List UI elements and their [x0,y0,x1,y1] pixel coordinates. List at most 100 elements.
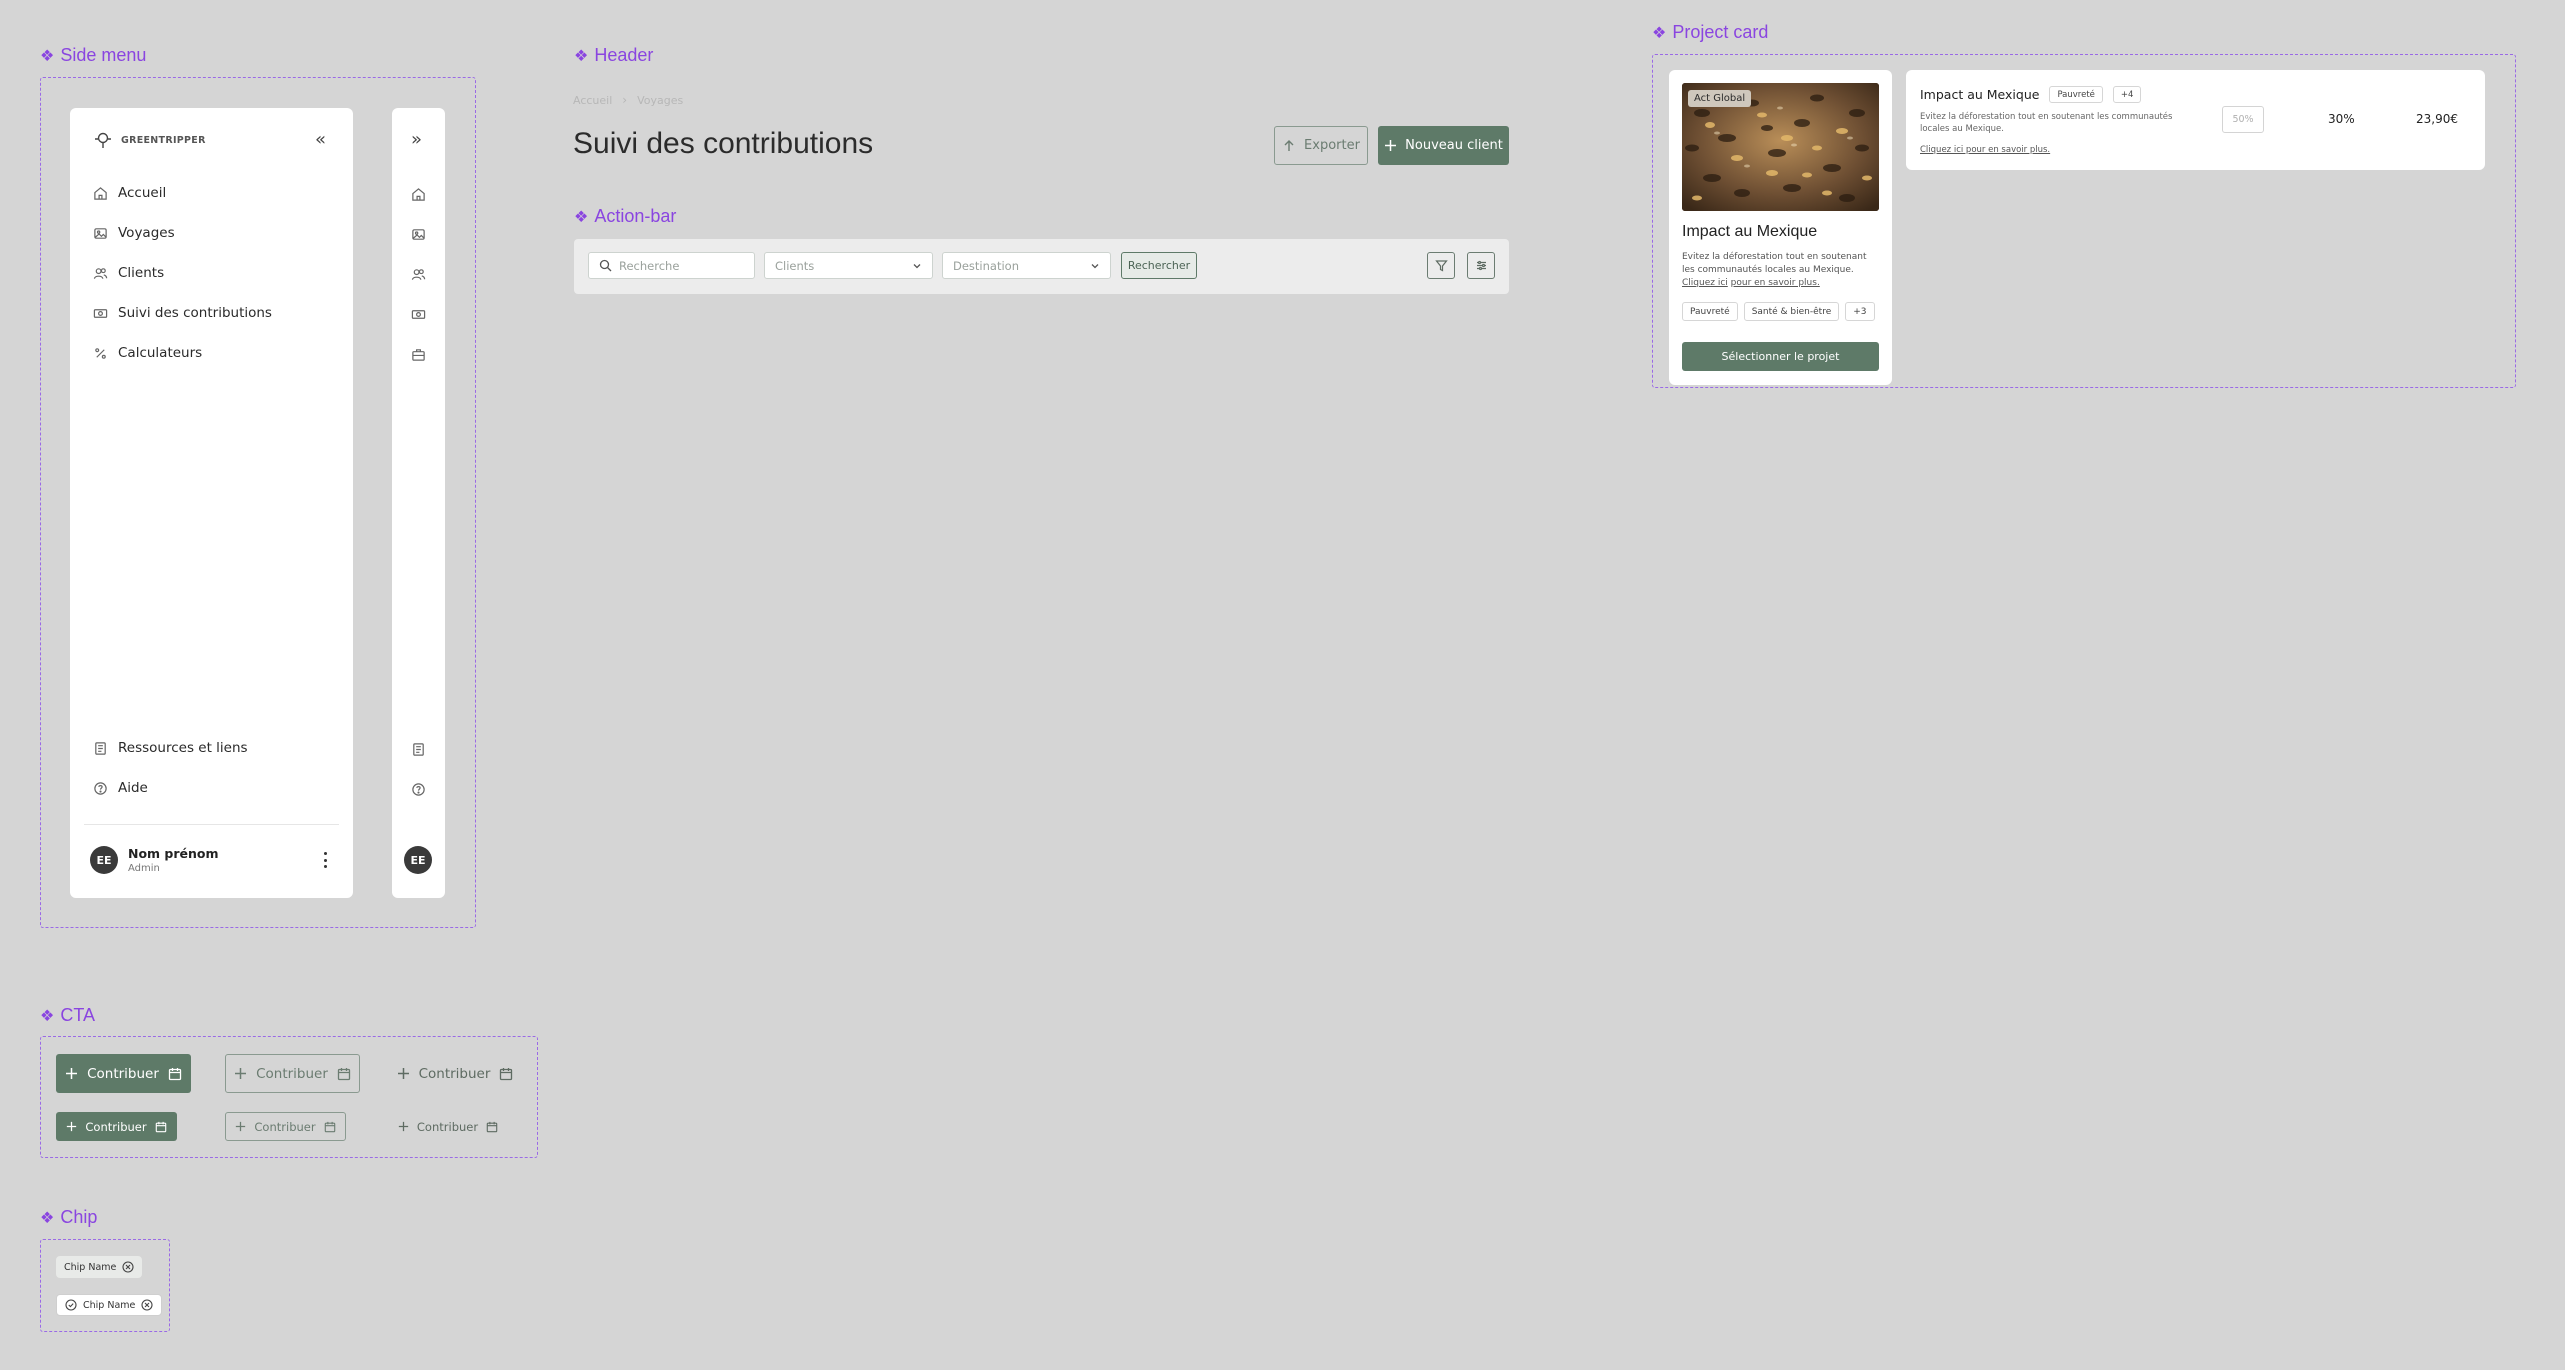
section-label-chip: ❖ Chip [40,1207,97,1228]
image-icon [92,225,108,241]
calendar-icon [499,1067,513,1081]
arrow-up-icon [1282,139,1296,153]
sidebar-item-clients[interactable]: Clients [92,265,164,281]
new-client-button[interactable]: Nouveau client [1378,126,1509,165]
action-bar: Recherche Clients Destination Rechercher [574,239,1509,294]
book-icon[interactable] [409,740,427,758]
chevron-down-icon [912,261,922,271]
project-row-description: Evitez la déforestation tout en soutenan… [1920,112,2173,134]
section-label-text: Project card [1672,22,1769,42]
expand-button[interactable]: » [411,129,422,150]
section-label-header: ❖ Header [574,45,653,66]
search-icon [599,259,612,272]
breadcrumb-item[interactable]: Accueil [573,94,612,107]
component-diamond-icon: ❖ [40,1007,55,1025]
more-vertical-icon[interactable] [320,850,330,870]
sidebar-item-ressources[interactable]: Ressources et liens [92,740,248,756]
project-description: Evitez la déforestation tout en soutenan… [1682,251,1882,290]
clients-select[interactable]: Clients [764,252,933,279]
contribute-button-secondary-sm[interactable]: Contribuer [225,1112,346,1141]
brand-logo: GREENTRIPPER [92,131,206,149]
collapse-button[interactable]: « [315,129,326,150]
sidebar-item-calculateurs[interactable]: Calculateurs [92,345,202,361]
contribute-button-secondary-lg[interactable]: Contribuer [225,1054,360,1093]
section-label-text: CTA [60,1005,96,1025]
project-row-title: Impact au Mexique [1920,87,2040,102]
export-button[interactable]: Exporter [1274,126,1368,165]
banknote-icon[interactable] [409,305,427,323]
plus-icon [397,1067,410,1080]
search-input[interactable]: Recherche [588,252,755,279]
sidebar-item-suivi-des-contributions[interactable]: Suivi des contributions [92,305,272,321]
book-icon [92,740,108,756]
destination-select[interactable]: Destination [942,252,1111,279]
search-placeholder: Recherche [619,258,680,273]
component-diamond-icon: ❖ [574,208,589,226]
cta-label: Contribuer [418,1065,491,1082]
image-icon[interactable] [409,225,427,243]
sidebar-collapsed: » EE [392,108,445,898]
users-icon[interactable] [409,265,427,283]
user-profile[interactable]: EE Nom prénom Admin [90,846,219,874]
briefcase-icon[interactable] [409,345,427,363]
contribute-button-primary-lg[interactable]: Contribuer [56,1054,191,1093]
contribute-button-primary-sm[interactable]: Contribuer [56,1112,177,1141]
section-label-action-bar: ❖ Action-bar [574,206,676,227]
sidebar-expanded: GREENTRIPPER « Accueil Voyages Clients S… [70,108,353,898]
sidebar-item-label: Aide [118,780,148,796]
close-circle-icon[interactable] [141,1299,153,1311]
learn-more-link[interactable]: Cliquez ici [1682,278,1728,288]
chip-with-close[interactable]: Chip Name [56,1256,143,1278]
sidebar-item-label: Ressources et liens [118,740,248,756]
home-icon[interactable] [409,185,427,203]
check-circle-icon [65,1299,77,1311]
close-circle-icon[interactable] [122,1261,134,1273]
sliders-icon [1475,259,1488,272]
tag-more[interactable]: +3 [1845,302,1875,321]
avatar: EE [90,846,118,874]
partner-badge: Act Global [1688,90,1752,107]
sidebar-item-voyages[interactable]: Voyages [92,225,175,241]
percent-input[interactable]: 50% [2222,106,2264,133]
component-diamond-icon: ❖ [40,47,55,65]
project-row: Impact au Mexique Pauvreté +4 Evitez la … [1906,70,2485,170]
divider [84,824,339,825]
section-label-cta: ❖ CTA [40,1005,95,1026]
contribute-button-ghost-lg[interactable]: Contribuer [394,1054,516,1093]
project-tags: Pauvreté Santé & bien-être +3 [1682,302,1875,321]
cta-label: Contribuer [416,1119,479,1134]
learn-more-tail[interactable]: pour en savoir plus. [1731,278,1820,288]
select-project-button[interactable]: Sélectionner le projet [1682,342,1879,371]
help-icon[interactable] [409,780,427,798]
search-button[interactable]: Rechercher [1121,252,1197,279]
component-diamond-icon: ❖ [574,47,589,65]
calendar-icon [324,1121,336,1133]
project-row-link[interactable]: Cliquez ici pour en savoir plus. [1920,145,2050,155]
plus-icon [235,1121,246,1132]
filter-button[interactable] [1427,252,1455,279]
settings-button[interactable] [1467,252,1495,279]
tag-more[interactable]: +4 [2112,86,2142,103]
chip-label: Chip Name [83,1299,136,1311]
plus-icon [398,1121,409,1132]
contribute-button-ghost-sm[interactable]: Contribuer [394,1112,502,1141]
breadcrumb: Accueil › Voyages [573,93,683,107]
breadcrumb-item[interactable]: Voyages [637,94,683,107]
section-label-text: Side menu [60,45,147,65]
calendar-icon [337,1067,351,1081]
pin-logo-icon [95,132,111,148]
user-role: Admin [128,863,160,874]
chip-with-icons[interactable]: Chip Name [56,1294,163,1316]
cta-label: Contribuer [87,1065,159,1082]
project-description-text: Evitez la déforestation tout en soutenan… [1682,252,1867,275]
sidebar-item-accueil[interactable]: Accueil [92,185,166,201]
calendar-icon [168,1067,182,1081]
plus-icon [66,1121,77,1132]
sidebar-item-aide[interactable]: Aide [92,780,148,796]
chevron-down-icon [1090,261,1100,271]
percent-icon [92,345,108,361]
calendar-icon [155,1121,167,1133]
user-profile-collapsed[interactable]: EE [404,846,432,874]
user-name: Nom prénom [128,846,219,861]
component-diamond-icon: ❖ [1652,24,1667,42]
